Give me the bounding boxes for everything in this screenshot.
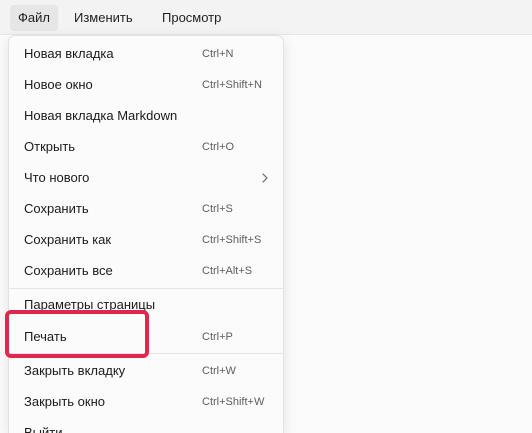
menu-item-label: Выйти (24, 425, 63, 433)
menu-item-exit[interactable]: Выйти (14, 418, 278, 433)
menu-view[interactable]: Просмотр (154, 5, 229, 31)
menu-item-label: Новая вкладка (24, 46, 114, 61)
menu-item-new-markdown-tab[interactable]: Новая вкладка Markdown (14, 101, 278, 131)
menu-item-label: Сохранить (24, 201, 89, 216)
menu-item-label: Закрыть вкладку (24, 363, 126, 378)
menu-item-label: Параметры страницы (24, 297, 156, 312)
menu-item-close-tab[interactable]: Закрыть вкладку Ctrl+W (14, 356, 278, 386)
menu-item-label: Что нового (24, 170, 90, 185)
menu-item-label: Сохранить как (24, 232, 112, 247)
menu-item-label: Закрыть окно (24, 394, 106, 409)
menu-item-label: Открыть (24, 139, 76, 154)
menu-item-shortcut: Ctrl+S (202, 203, 233, 215)
menu-item-label: Сохранить все (24, 263, 113, 278)
menu-separator (9, 353, 283, 354)
menu-item-new-window[interactable]: Новое окно Ctrl+Shift+N (14, 70, 278, 100)
menu-item-open[interactable]: Открыть Ctrl+O (14, 132, 278, 162)
menu-item-label: Новая вкладка Markdown (24, 108, 178, 123)
menu-item-close-window[interactable]: Закрыть окно Ctrl+Shift+W (14, 387, 278, 417)
menu-item-shortcut: Ctrl+Shift+W (202, 396, 265, 408)
menu-separator (9, 288, 283, 289)
menu-item-label: Печать (24, 329, 67, 344)
menu-item-shortcut: Ctrl+Alt+S (202, 265, 253, 277)
menu-item-save-as[interactable]: Сохранить как Ctrl+Shift+S (14, 225, 278, 255)
chevron-right-icon (262, 173, 268, 183)
menu-item-save[interactable]: Сохранить Ctrl+S (14, 194, 278, 224)
menu-item-shortcut: Ctrl+P (202, 331, 233, 343)
menu-file[interactable]: Файл (10, 5, 58, 31)
menu-item-shortcut: Ctrl+Shift+S (202, 234, 262, 246)
menu-item-shortcut: Ctrl+O (202, 141, 235, 153)
menu-item-page-setup[interactable]: Параметры страницы (14, 290, 278, 320)
menu-item-label: Новое окно (24, 77, 93, 92)
menu-item-save-all[interactable]: Сохранить все Ctrl+Alt+S (14, 256, 278, 286)
menu-edit[interactable]: Изменить (66, 5, 141, 31)
file-menu-dropdown: Новая вкладка Ctrl+N Новое окно Ctrl+Shi… (8, 35, 284, 433)
menu-item-shortcut: Ctrl+N (202, 48, 234, 60)
menu-item-shortcut: Ctrl+Shift+N (202, 79, 262, 91)
menu-item-print[interactable]: Печать Ctrl+P (14, 322, 278, 352)
menu-item-whats-new[interactable]: Что нового (14, 163, 278, 193)
menu-item-new-tab[interactable]: Новая вкладка Ctrl+N (14, 39, 278, 69)
menu-bar: Файл Изменить Просмотр (0, 0, 532, 35)
menu-item-shortcut: Ctrl+W (202, 365, 236, 377)
